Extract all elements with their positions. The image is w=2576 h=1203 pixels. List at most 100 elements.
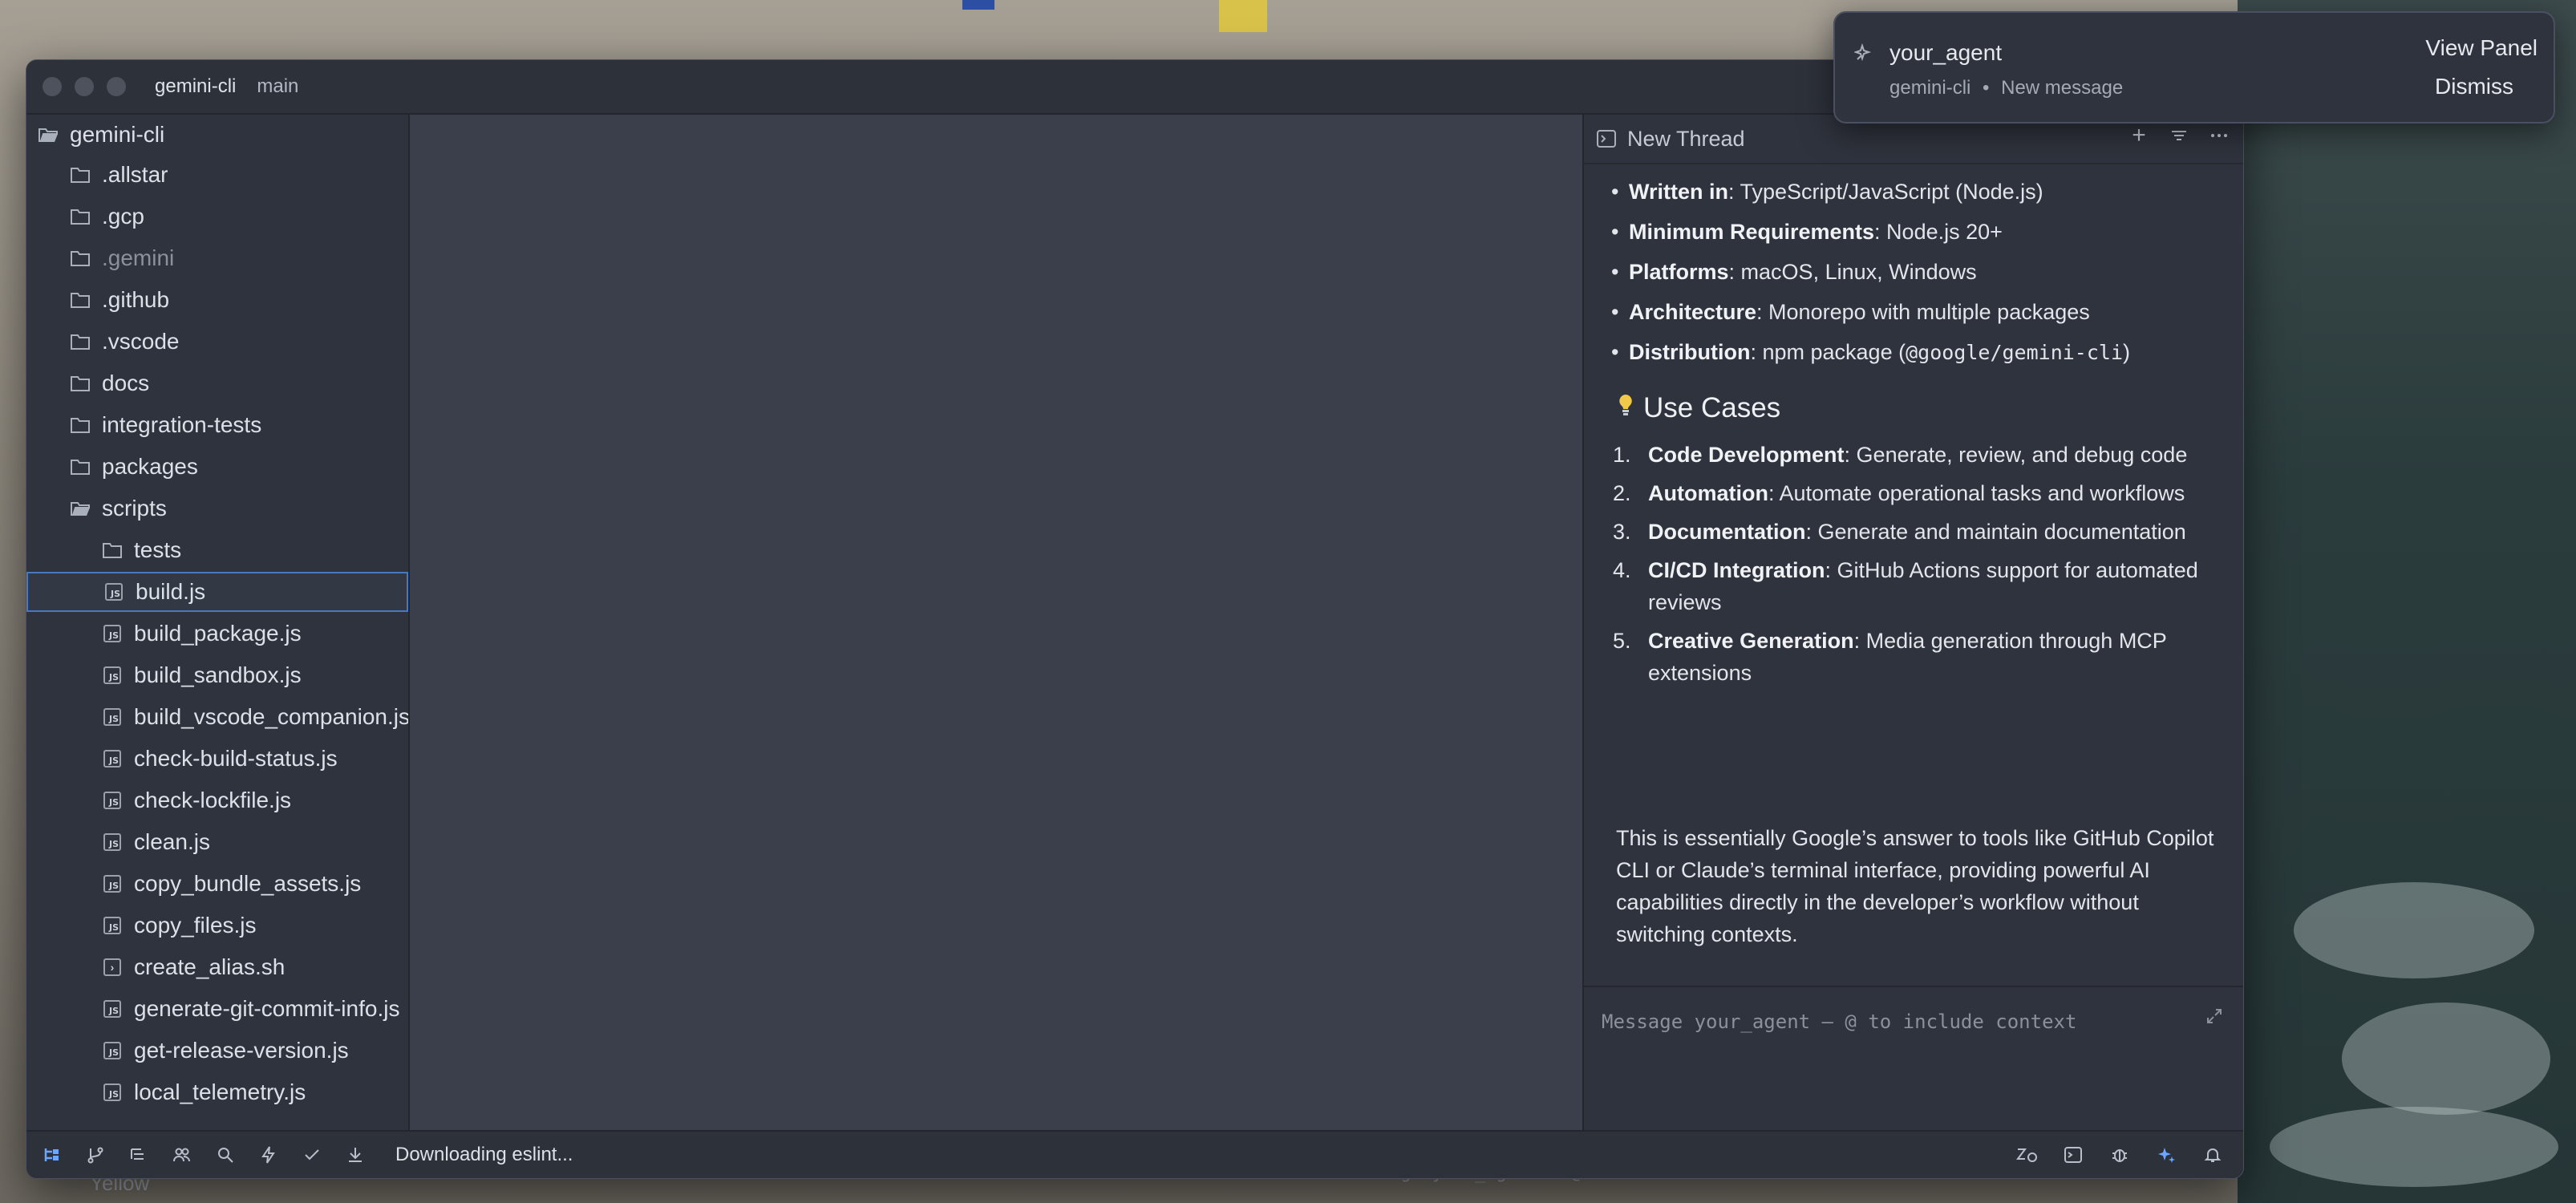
- project-tree: gemini-cli .allstar .gcp .gemini .github .vs…: [26, 115, 410, 1132]
- js-file-icon: JS: [102, 1082, 123, 1103]
- more-options-icon[interactable]: [2208, 124, 2230, 147]
- tree-item[interactable]: .github: [26, 280, 408, 320]
- folder-icon: [70, 206, 91, 227]
- tree-item-label: create_alias.sh: [134, 954, 286, 979]
- editor-area[interactable]: [410, 115, 1582, 1132]
- message-input[interactable]: [1600, 1010, 2197, 1034]
- view-panel-button[interactable]: View Panel: [2425, 35, 2538, 61]
- tree-item[interactable]: .vscode: [26, 322, 408, 362]
- history-icon[interactable]: [2168, 124, 2190, 147]
- panel-title: New Thread: [1627, 126, 1745, 151]
- tree-item[interactable]: JS copy_files.js: [26, 905, 408, 946]
- list-item: Minimum Requirements: Node.js 20+: [1611, 216, 2130, 256]
- list-item: 5. Creative Generation: Media generation …: [1613, 629, 2167, 685]
- sleep-mode-icon[interactable]: [2015, 1144, 2038, 1166]
- terminal-toggle-icon[interactable]: [2062, 1144, 2084, 1166]
- tree-item[interactable]: .allstar: [26, 155, 408, 195]
- tree-item[interactable]: JS build_vscode_companion.js: [26, 697, 408, 737]
- dismiss-button[interactable]: Dismiss: [2435, 74, 2513, 99]
- tree-item[interactable]: JS check-lockfile.js: [26, 780, 408, 820]
- tree-item[interactable]: scripts: [26, 488, 408, 529]
- folder-icon: [70, 456, 91, 477]
- tree-item[interactable]: JS local_telemetry.js: [26, 1072, 408, 1112]
- project-name[interactable]: gemini-cli: [155, 75, 236, 98]
- tree-item[interactable]: › create_alias.sh: [26, 947, 408, 987]
- agent-sparkle-icon[interactable]: [2155, 1144, 2177, 1166]
- git-branch-icon[interactable]: [84, 1144, 107, 1166]
- tree-item[interactable]: JS build_sandbox.js: [26, 655, 408, 695]
- tree-item-label: .allstar: [102, 162, 168, 187]
- tree-item-label: check-build-status.js: [134, 746, 338, 771]
- folder-icon: [70, 415, 91, 435]
- tree-item[interactable]: JS build_package.js: [26, 614, 408, 654]
- status-bar: Downloading eslint...: [26, 1130, 2243, 1178]
- terminal-icon: [1597, 129, 1616, 148]
- tree-item-label: docs: [102, 371, 150, 395]
- list-item: 2. Automation: Automate operational tasks…: [1613, 481, 2185, 505]
- outline-icon[interactable]: [128, 1144, 150, 1166]
- lightning-icon[interactable]: [257, 1144, 280, 1166]
- agent-sparkle-icon: [1853, 43, 1877, 66]
- ide-window: gemini-cli main gemini-cli .allstar .gcp.…: [26, 59, 2244, 1179]
- debug-icon[interactable]: [2108, 1144, 2131, 1166]
- maximize-window-button[interactable]: [107, 77, 126, 96]
- tree-item-label: check-lockfile.js: [134, 788, 292, 812]
- js-file-icon: JS: [103, 581, 124, 602]
- list-item: Platforms: macOS, Linux, Windows: [1611, 256, 2130, 296]
- folder-icon: [70, 290, 91, 310]
- check-icon[interactable]: [301, 1144, 323, 1166]
- tree-item-label: .gemini: [102, 245, 175, 270]
- tree-item-label: .github: [102, 287, 170, 312]
- search-icon[interactable]: [214, 1144, 237, 1166]
- tree-item[interactable]: integration-tests: [26, 405, 408, 445]
- tree-item[interactable]: JS build.js: [26, 572, 408, 612]
- js-file-icon: JS: [102, 790, 123, 811]
- tree-root[interactable]: gemini-cli: [26, 115, 408, 155]
- download-icon: [344, 1144, 367, 1166]
- tree-item[interactable]: .gemini: [26, 238, 408, 278]
- summary-paragraph: This is essentially Google’s answer to t…: [1616, 826, 2214, 946]
- tree-item[interactable]: tests: [26, 530, 408, 570]
- thread-messages: Written in: TypeScript/JavaScript (Node.…: [1584, 164, 2243, 966]
- list-item: 3. Documentation: Generate and maintain d…: [1613, 520, 2186, 544]
- tree-item-label: copy_files.js: [134, 913, 257, 938]
- tree-item-label: scripts: [102, 496, 167, 520]
- tree-item-label: integration-tests: [102, 412, 262, 437]
- branch-name[interactable]: main: [257, 75, 298, 98]
- tree-root-label: gemini-cli: [70, 122, 165, 147]
- js-file-icon: JS: [102, 873, 123, 894]
- tree-item[interactable]: JS generate-git-commit-info.js: [26, 989, 408, 1029]
- project-panel-icon[interactable]: [41, 1144, 63, 1166]
- list-item: Distribution: npm package (@google/gemin…: [1611, 336, 2130, 376]
- tree-item[interactable]: packages: [26, 447, 408, 487]
- tree-item[interactable]: JS copy_bundle_assets.js: [26, 864, 408, 904]
- folder-icon: [70, 373, 91, 394]
- folder-icon: [70, 164, 91, 185]
- tree-item-label: packages: [102, 454, 198, 479]
- use-cases-heading: Use Cases: [1616, 392, 1780, 424]
- tree-item[interactable]: JS check-build-status.js: [26, 739, 408, 779]
- tree-item-label: build_sandbox.js: [134, 662, 302, 687]
- tree-item-label: generate-git-commit-info.js: [134, 996, 400, 1021]
- tree-item[interactable]: docs: [26, 363, 408, 403]
- new-thread-icon[interactable]: +: [2128, 122, 2150, 148]
- tree-item[interactable]: .gcp: [26, 196, 408, 237]
- tree-item-label: copy_bundle_assets.js: [134, 871, 362, 896]
- folder-icon: [102, 540, 123, 561]
- tree-item-label: clean.js: [134, 829, 210, 854]
- status-text: Downloading eslint...: [395, 1144, 573, 1165]
- js-file-icon: JS: [102, 623, 123, 644]
- tree-item-label: get-release-version.js: [134, 1038, 349, 1063]
- tree-item[interactable]: JS get-release-version.js: [26, 1031, 408, 1071]
- tree-item[interactable]: JS clean.js: [26, 822, 408, 862]
- lightbulb-icon: [1616, 392, 1635, 424]
- tree-item-label: build.js: [136, 579, 206, 604]
- minimize-window-button[interactable]: [75, 77, 94, 96]
- close-window-button[interactable]: [43, 77, 62, 96]
- collaboration-icon[interactable]: [171, 1144, 193, 1166]
- notification-bell-icon[interactable]: [2201, 1144, 2224, 1166]
- tree-item-label: .gcp: [102, 204, 144, 229]
- project-facts-list: Written in: TypeScript/JavaScript (Node.…: [1611, 176, 2130, 376]
- use-cases-list: 1. Code Development: Generate, review, an…: [1613, 439, 2222, 695]
- expand-icon[interactable]: [2206, 1008, 2222, 1029]
